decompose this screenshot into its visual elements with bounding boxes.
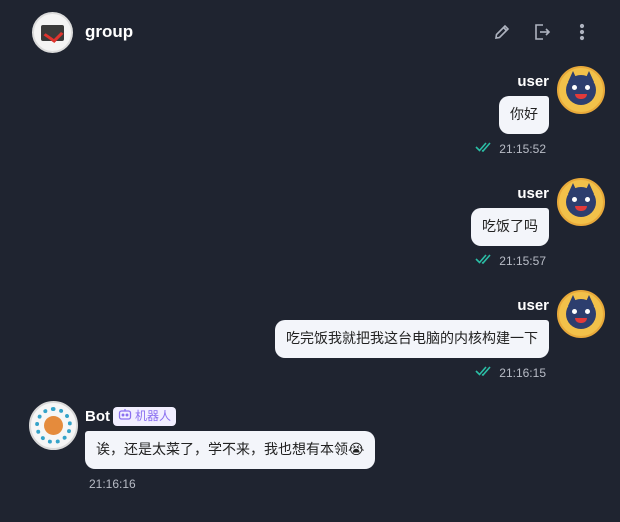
- double-check-icon: [475, 253, 495, 268]
- message-bubble[interactable]: 吃完饭我就把我这台电脑的内核构建一下: [275, 320, 549, 358]
- bot-badge: 机器人: [113, 407, 177, 426]
- bot-badge-label: 机器人: [135, 409, 172, 423]
- user-avatar[interactable]: [557, 178, 605, 226]
- message-meta: 21:16:15: [475, 365, 546, 380]
- user-avatar[interactable]: [557, 290, 605, 338]
- user-avatar[interactable]: [557, 66, 605, 114]
- message-sender-name: user: [517, 185, 549, 202]
- message-sender-name: user: [517, 73, 549, 90]
- more-icon[interactable]: [570, 20, 594, 44]
- double-check-icon: [475, 141, 495, 156]
- exit-icon[interactable]: [530, 20, 554, 44]
- message-meta: 21:15:57: [475, 253, 546, 268]
- message-bubble[interactable]: 吃饭了吗: [471, 208, 549, 246]
- message-time: 21:15:52: [499, 141, 546, 156]
- group-avatar[interactable]: [32, 12, 73, 53]
- bot-message-bubble[interactable]: 诶，还是太菜了，学不来，我也想有本领😭: [85, 431, 376, 469]
- bot-message-time: 21:16:16: [89, 477, 136, 491]
- message-time: 21:15:57: [499, 253, 546, 268]
- robot-icon: [118, 407, 132, 426]
- message-time: 21:16:15: [499, 365, 546, 380]
- message-bubble[interactable]: 你好: [499, 96, 549, 134]
- bot-name: Bot: [85, 408, 110, 425]
- edit-icon[interactable]: [490, 20, 514, 44]
- message-meta: 21:15:52: [475, 141, 546, 156]
- bot-avatar[interactable]: [29, 401, 78, 450]
- chat-header: group: [0, 0, 620, 64]
- group-title: group: [85, 22, 134, 41]
- chat-window: group user 你好 21:15:52 user 吃饭了吗 21:15:5…: [0, 0, 620, 522]
- group-logo-icon: [41, 24, 64, 41]
- message-sender-name: user: [517, 297, 549, 314]
- double-check-icon: [475, 365, 495, 380]
